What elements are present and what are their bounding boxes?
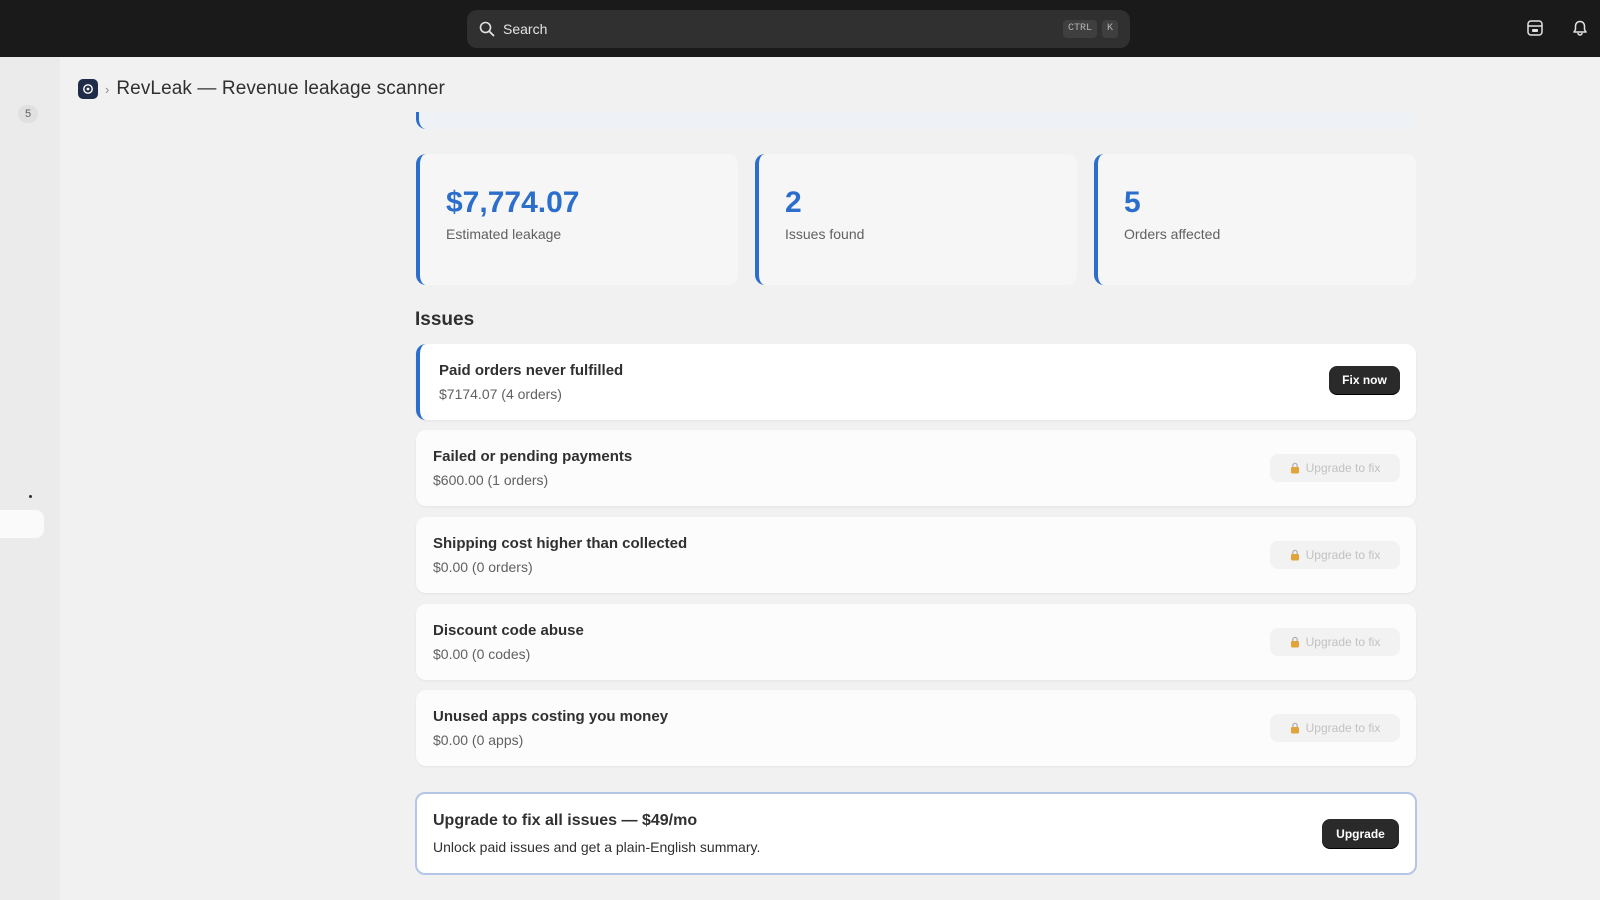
lock-icon	[1290, 636, 1300, 648]
shortcut-k-key: K	[1101, 20, 1118, 38]
sidebar: 5	[0, 57, 60, 900]
stat-value: 5	[1124, 186, 1141, 219]
fix-now-button[interactable]: Fix now	[1329, 366, 1400, 394]
upgrade-subtitle: Unlock paid issues and get a plain-Engli…	[433, 839, 761, 855]
issue-title: Unused apps costing you money	[433, 708, 669, 725]
revleak-app-icon[interactable]	[78, 79, 98, 99]
stat-value: 2	[785, 186, 802, 219]
issue-subtitle: $0.00 (0 apps)	[433, 732, 524, 748]
upgrade-to-fix-button[interactable]: Upgrade to fix	[1270, 541, 1400, 569]
upgrade-to-fix-button[interactable]: Upgrade to fix	[1270, 628, 1400, 656]
issue-title: Shipping cost higher than collected	[433, 535, 688, 552]
upgrade-title: Upgrade to fix all issues — $49/mo	[433, 812, 698, 829]
upgrade-to-fix-label: Upgrade to fix	[1305, 461, 1381, 475]
issue-subtitle: $7174.07 (4 orders)	[439, 386, 562, 402]
store-icon[interactable]	[1525, 18, 1545, 38]
upgrade-button[interactable]: Upgrade	[1322, 819, 1399, 848]
lock-icon	[1290, 722, 1300, 734]
upgrade-to-fix-label: Upgrade to fix	[1305, 721, 1381, 735]
sidebar-item-active[interactable]	[0, 510, 44, 538]
upgrade-to-fix-label: Upgrade to fix	[1305, 548, 1381, 562]
stat-card-issues-found: 2 Issues found	[755, 154, 1077, 285]
search-bar[interactable]: Search CTRL K	[467, 10, 1130, 48]
stat-value: $7,774.07	[446, 186, 580, 219]
issue-row-shipping-cost: Shipping cost higher than collected $0.0…	[416, 517, 1416, 593]
upgrade-card: Upgrade to fix all issues — $49/mo Unloc…	[415, 792, 1417, 875]
sidebar-badge: 5	[18, 105, 38, 123]
lock-icon	[1290, 549, 1300, 561]
issue-title: Failed or pending payments	[433, 448, 633, 465]
chevron-right-icon: ›	[105, 81, 110, 97]
sidebar-indicator-dot	[29, 495, 32, 498]
issue-row-failed-payments: Failed or pending payments $600.00 (1 or…	[416, 430, 1416, 506]
issue-subtitle: $0.00 (0 codes)	[433, 646, 531, 662]
stat-label: Orders affected	[1124, 226, 1221, 242]
upgrade-to-fix-label: Upgrade to fix	[1305, 635, 1381, 649]
issue-title: Paid orders never fulfilled	[439, 362, 624, 379]
stat-card-orders-affected: 5 Orders affected	[1094, 154, 1416, 285]
upgrade-to-fix-button[interactable]: Upgrade to fix	[1270, 714, 1400, 742]
issue-row-unused-apps: Unused apps costing you money $0.00 (0 a…	[416, 690, 1416, 766]
bell-icon[interactable]	[1570, 18, 1590, 38]
breadcrumb: › RevLeak — Revenue leakage scanner	[78, 78, 445, 100]
search-icon	[479, 21, 495, 37]
issue-subtitle: $0.00 (0 orders)	[433, 559, 533, 575]
upgrade-to-fix-button[interactable]: Upgrade to fix	[1270, 454, 1400, 482]
issue-row-unfulfilled-orders: Paid orders never fulfilled $7174.07 (4 …	[416, 344, 1416, 420]
lock-icon	[1290, 462, 1300, 474]
page-title: RevLeak — Revenue leakage scanner	[116, 78, 445, 99]
issue-title: Discount code abuse	[433, 622, 584, 639]
top-bar: Search CTRL K	[0, 0, 1600, 57]
issues-heading: Issues	[415, 309, 475, 330]
stat-label: Issues found	[785, 226, 865, 242]
search-label: Search	[503, 21, 548, 37]
shortcut-ctrl-key: CTRL	[1062, 20, 1097, 38]
issue-subtitle: $600.00 (1 orders)	[433, 472, 549, 488]
stat-card-estimated-leakage: $7,774.07 Estimated leakage	[416, 154, 738, 285]
stat-label: Estimated leakage	[446, 226, 562, 242]
banner-edge	[416, 112, 1414, 129]
issue-row-discount-abuse: Discount code abuse $0.00 (0 codes) Upgr…	[416, 604, 1416, 680]
